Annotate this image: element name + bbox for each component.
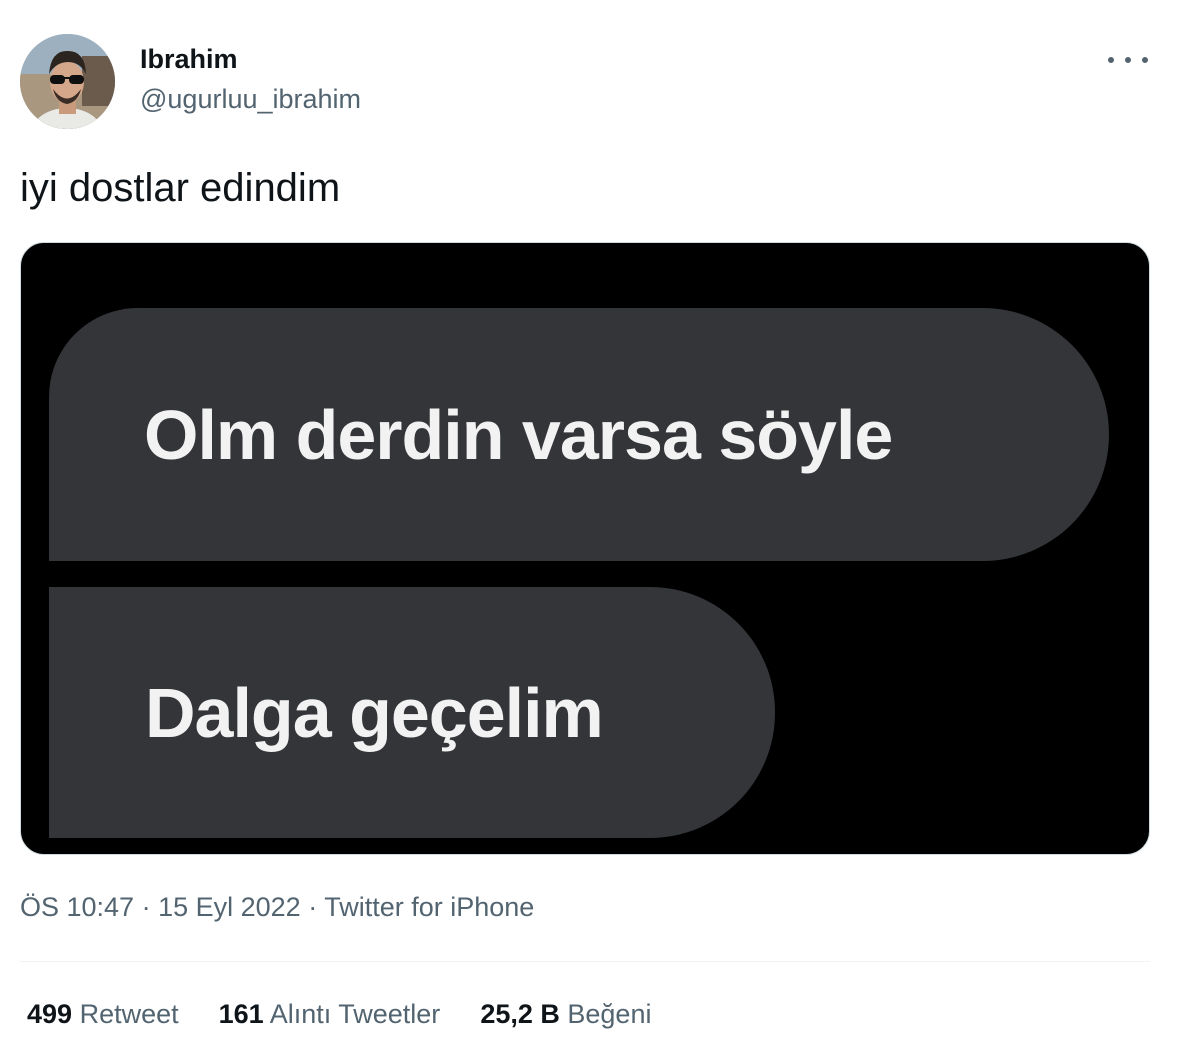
divider	[20, 961, 1150, 962]
tweet-date[interactable]: 15 Eyl 2022	[158, 892, 301, 922]
retweet-count-link[interactable]: 499 Retweet	[27, 999, 179, 1030]
tweet-stats: 499 Retweet 161 Alıntı Tweetler 25,2 B B…	[27, 999, 691, 1030]
tweet-meta: ÖS 10:47 · 15 Eyl 2022 · Twitter for iPh…	[20, 892, 534, 923]
stat-label: Alıntı Tweetler	[269, 999, 441, 1029]
chat-message-text: Olm derdin varsa söyle	[144, 395, 893, 474]
avatar[interactable]	[20, 34, 115, 129]
stat-label: Beğeni	[567, 999, 652, 1029]
chat-bubble: Dalga geçelim	[49, 587, 775, 838]
author-display-name[interactable]: Ibrahim	[140, 44, 238, 75]
more-horizontal-icon	[1108, 57, 1114, 63]
quote-tweets-count-link[interactable]: 161 Alıntı Tweetler	[219, 999, 441, 1030]
author-handle[interactable]: @ugurluu_ibrahim	[140, 84, 361, 115]
more-options-button[interactable]	[1108, 48, 1148, 72]
tweet-text: iyi dostlar edindim	[20, 166, 341, 210]
stat-count: 161	[218, 999, 264, 1029]
meta-separator: ·	[134, 892, 159, 922]
chat-bubble: Olm derdin varsa söyle	[49, 308, 1109, 561]
stat-count: 499	[27, 999, 73, 1029]
tweet-media-image[interactable]: Olm derdin varsa söyle Dalga geçelim	[20, 242, 1150, 855]
tweet-time[interactable]: ÖS 10:47	[20, 892, 134, 922]
more-horizontal-icon	[1142, 57, 1148, 63]
avatar-image	[20, 34, 115, 129]
chat-message-text: Dalga geçelim	[145, 673, 604, 752]
likes-count-link[interactable]: 25,2 B Beğeni	[480, 999, 651, 1030]
stat-count: 25,2 B	[480, 999, 560, 1029]
more-horizontal-icon	[1125, 57, 1131, 63]
tweet-card: Ibrahim @ugurluu_ibrahim iyi dostlar edi…	[0, 0, 1182, 1064]
meta-separator: ·	[300, 892, 325, 922]
tweet-source-link[interactable]: Twitter for iPhone	[324, 892, 534, 922]
stat-label: Retweet	[79, 999, 179, 1029]
